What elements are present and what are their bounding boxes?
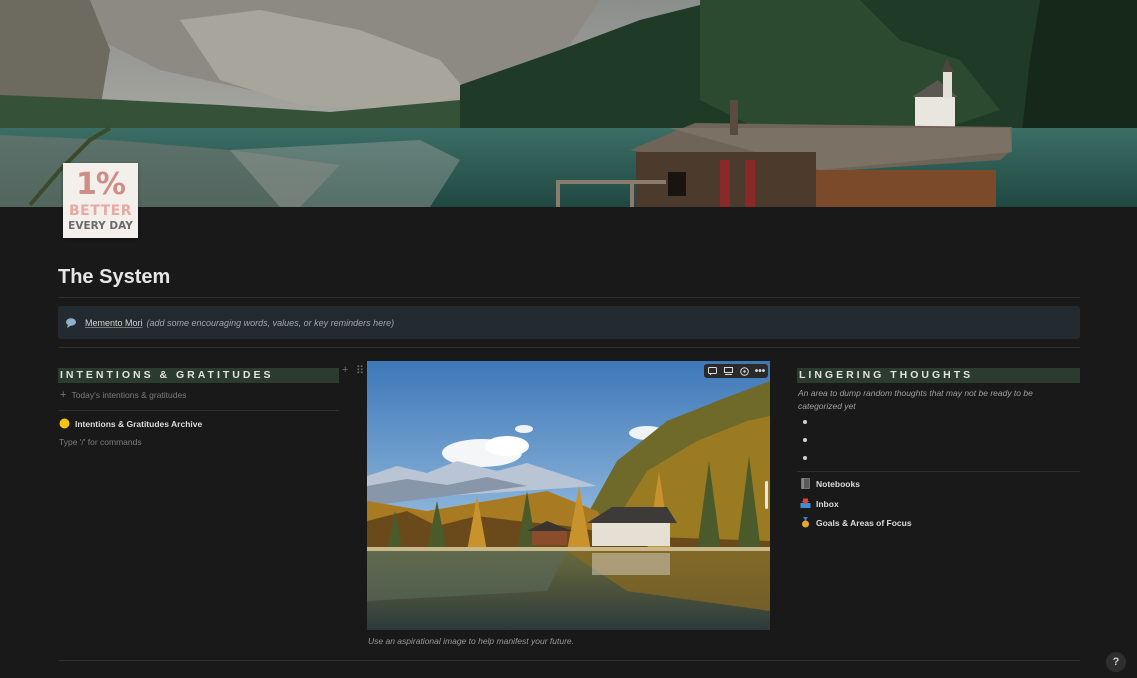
page-icon-line2: BETTER [69, 202, 132, 219]
notebook-icon [801, 478, 810, 489]
inbox-label: Inbox [816, 498, 839, 509]
goals-link[interactable]: Goals & Areas of Focus [800, 517, 912, 528]
title-divider [58, 297, 1080, 298]
plus-icon: + [60, 389, 67, 401]
caption-icon[interactable] [720, 364, 736, 378]
page-title[interactable]: The System [58, 266, 170, 289]
cover-image[interactable] [0, 0, 1137, 207]
left-divider [58, 410, 339, 411]
bullet-item[interactable] [803, 420, 807, 424]
bullet-item[interactable] [803, 438, 807, 442]
bullet-item[interactable] [803, 456, 807, 460]
speech-bubble-icon [66, 317, 76, 328]
right-divider [797, 471, 1080, 472]
page-icon[interactable]: 1% BETTER EVERY DAY [63, 163, 138, 238]
inbox-tray-icon [800, 498, 811, 508]
image-resize-handle[interactable] [765, 481, 768, 509]
lingering-thoughts-description: An area to dump random thoughts that may… [798, 388, 1033, 411]
image-caption[interactable]: Use an aspirational image to help manife… [368, 636, 574, 646]
callout-note: (add some encouraging words, values, or … [146, 317, 395, 328]
callout-label: Memento Mori [85, 317, 143, 328]
intentions-heading[interactable]: INTENTIONS & GRATITUDES [58, 368, 339, 383]
callout-divider [58, 347, 1080, 348]
add-block-icon[interactable]: + [342, 364, 348, 376]
callout-block[interactable]: Memento Mori (add some encouraging words… [58, 306, 1080, 339]
archive-link[interactable]: Intentions & Gratitudes Archive [59, 418, 202, 429]
command-placeholder[interactable]: Type '/' for commands [59, 437, 142, 447]
drag-handle-icon[interactable]: ⠿ [356, 364, 364, 377]
page-icon-line1: 1% [76, 166, 126, 202]
lingering-thoughts-heading[interactable]: LINGERING THOUGHTS [797, 368, 1080, 383]
aspirational-image[interactable]: ••• [367, 361, 770, 630]
more-icon[interactable]: ••• [752, 364, 768, 378]
comment-icon[interactable] [704, 364, 720, 378]
add-intentions-row[interactable]: + Today's intentions & gratitudes [60, 389, 186, 401]
crop-icon[interactable] [736, 364, 752, 378]
archive-link-label: Intentions & Gratitudes Archive [75, 418, 203, 429]
add-intentions-label: Today's intentions & gratitudes [71, 390, 187, 400]
bottom-divider [58, 660, 1080, 661]
notebooks-link[interactable]: Notebooks [800, 478, 860, 489]
inbox-link[interactable]: Inbox [800, 498, 839, 509]
yellow-circle-icon [59, 418, 70, 429]
image-toolbar: ••• [704, 364, 768, 378]
goals-label: Goals & Areas of Focus [816, 517, 912, 528]
page-icon-line3: EVERY DAY [68, 219, 133, 232]
notebooks-label: Notebooks [816, 478, 860, 489]
help-button[interactable]: ? [1106, 652, 1126, 672]
medal-icon [802, 517, 809, 528]
